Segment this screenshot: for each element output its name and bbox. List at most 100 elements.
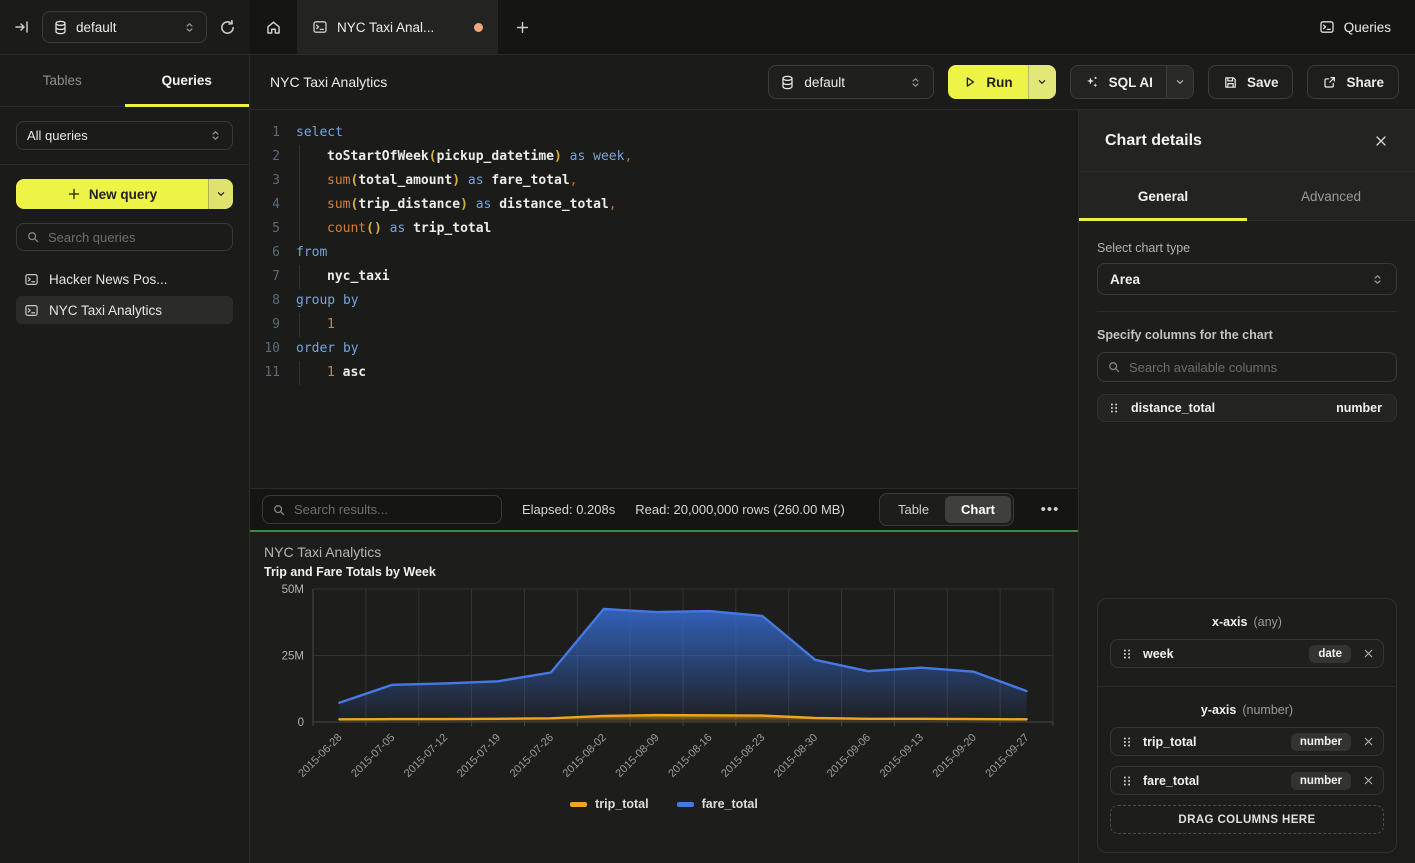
code-line: 91	[250, 313, 1078, 337]
panel-tab-general[interactable]: General	[1079, 172, 1247, 220]
new-query-main[interactable]: New query	[16, 179, 208, 209]
svg-text:2015-07-26: 2015-07-26	[508, 732, 556, 780]
code-line: 111 asc	[250, 361, 1078, 385]
column-name: fare_total	[1143, 774, 1282, 788]
tab-strip: NYC Taxi Anal...	[250, 0, 1295, 54]
new-tab-button[interactable]	[498, 0, 546, 54]
svg-text:2015-08-30: 2015-08-30	[772, 732, 820, 780]
chart-type-select[interactable]: Area	[1097, 263, 1397, 295]
view-toggle: TableChart	[879, 493, 1014, 526]
indent-guide	[299, 193, 327, 217]
new-query-dropdown[interactable]	[208, 179, 233, 209]
legend-swatch	[677, 802, 694, 807]
legend-item-fare_total[interactable]: fare_total	[677, 797, 758, 811]
topbar-database-select[interactable]: default	[42, 11, 207, 43]
drag-handle-icon[interactable]	[1107, 401, 1121, 415]
x-axis-title: x-axis	[1212, 615, 1247, 629]
search-icon	[1107, 360, 1121, 374]
collapse-sidebar-icon[interactable]	[14, 19, 30, 35]
columns-search-input[interactable]	[1129, 360, 1387, 375]
query-tab[interactable]: NYC Taxi Anal...	[298, 0, 498, 54]
svg-text:2015-09-06: 2015-09-06	[825, 732, 873, 780]
query-filter-value: All queries	[27, 128, 88, 143]
code-line: 6from	[250, 241, 1078, 265]
code-line: 3sum(total_amount) as fare_total,	[250, 169, 1078, 193]
code-text: nyc_taxi	[280, 265, 390, 289]
svg-text:2015-08-16: 2015-08-16	[666, 732, 714, 780]
chart-details-panel: Chart details GeneralAdvanced Select cha…	[1078, 110, 1415, 863]
save-button[interactable]: Save	[1208, 65, 1294, 99]
results-search-input[interactable]	[294, 502, 492, 517]
indent-guide	[299, 265, 327, 289]
svg-text:2015-06-28: 2015-06-28	[296, 732, 344, 780]
home-button[interactable]	[250, 0, 298, 54]
line-number: 6	[250, 241, 280, 265]
code-text: group by	[280, 289, 359, 313]
close-panel-button[interactable]	[1373, 133, 1389, 149]
sidebar-tab-tables[interactable]: Tables	[0, 55, 125, 106]
panel-tab-advanced[interactable]: Advanced	[1247, 172, 1415, 220]
y-axis-title: y-axis	[1201, 703, 1236, 717]
available-column-chip[interactable]: distance_totalnumber	[1097, 394, 1397, 422]
results-search	[262, 495, 502, 524]
close-icon	[1373, 133, 1389, 149]
drag-handle-icon[interactable]	[1120, 774, 1134, 788]
queries-button[interactable]: Queries	[1295, 0, 1415, 54]
sql-ai-button[interactable]: SQL AI	[1071, 66, 1166, 98]
axes-config: x-axis (any) weekdate y-axis (number)	[1097, 598, 1397, 853]
chevron-down-icon	[1036, 76, 1048, 88]
svg-text:50M: 50M	[282, 584, 304, 596]
chart-legend: trip_total fare_total	[264, 797, 1064, 811]
column-name: distance_total	[1131, 401, 1215, 415]
run-options-dropdown[interactable]	[1028, 65, 1056, 99]
run-button[interactable]: Run	[948, 65, 1027, 99]
saved-query-item[interactable]: Hacker News Pos...	[16, 265, 233, 293]
drop-zone[interactable]: DRAG COLUMNS HERE	[1110, 805, 1384, 834]
saved-query-label: NYC Taxi Analytics	[49, 303, 162, 318]
sidebar-search	[16, 223, 233, 251]
refresh-button[interactable]	[219, 19, 236, 36]
remove-column-icon[interactable]	[1362, 735, 1375, 748]
drag-handle-icon[interactable]	[1120, 735, 1134, 749]
remove-column-icon[interactable]	[1362, 774, 1375, 787]
toolbar-database-select[interactable]: default	[768, 65, 934, 99]
columns-label: Specify columns for the chart	[1097, 328, 1397, 342]
axis-column-chip[interactable]: fare_totalnumber	[1110, 766, 1384, 795]
area-chart[interactable]: 025M50M2015-06-282015-07-052015-07-12201…	[264, 579, 1064, 797]
rows-read: Read: 20,000,000 rows (260.00 MB)	[635, 502, 845, 517]
columns-search	[1097, 352, 1397, 382]
code-line: 5count() as trip_total	[250, 217, 1078, 241]
sidebar-tab-queries[interactable]: Queries	[125, 55, 250, 106]
code-text: toStartOfWeek(pickup_datetime) as week,	[280, 145, 632, 169]
plus-icon	[67, 187, 81, 201]
share-button[interactable]: Share	[1307, 65, 1399, 99]
view-toggle-table[interactable]: Table	[882, 496, 945, 523]
more-options-button[interactable]: •••	[1034, 501, 1066, 518]
axis-column-chip[interactable]: weekdate	[1110, 639, 1384, 668]
code-line: 7nyc_taxi	[250, 265, 1078, 289]
remove-column-icon[interactable]	[1362, 647, 1375, 660]
code-text: sum(total_amount) as fare_total,	[280, 169, 577, 193]
y-axis-section: y-axis (number) trip_totalnumberfare_tot…	[1098, 687, 1396, 852]
sidebar-search-input[interactable]	[48, 230, 223, 245]
sql-editor[interactable]: 1select2toStartOfWeek(pickup_datetime) a…	[250, 110, 1078, 488]
updown-chevron-icon	[1371, 273, 1384, 286]
saved-query-item[interactable]: NYC Taxi Analytics	[16, 296, 233, 324]
new-query-button[interactable]: New query	[16, 179, 233, 209]
code-text: 1 asc	[280, 361, 366, 385]
line-number: 9	[250, 313, 280, 337]
svg-text:2015-09-27: 2015-09-27	[983, 732, 1031, 780]
sql-ai-button-group: SQL AI	[1070, 65, 1194, 99]
axis-column-chip[interactable]: trip_totalnumber	[1110, 727, 1384, 756]
save-icon	[1223, 75, 1238, 90]
view-toggle-chart[interactable]: Chart	[945, 496, 1011, 523]
sql-ai-dropdown[interactable]	[1166, 66, 1193, 98]
sparkle-icon	[1084, 74, 1100, 90]
drag-handle-icon[interactable]	[1120, 647, 1134, 661]
top-bar-left: default	[0, 0, 250, 54]
toolbar-database-value: default	[804, 75, 900, 90]
svg-text:2015-08-23: 2015-08-23	[719, 732, 767, 780]
query-filter-select[interactable]: All queries	[16, 121, 233, 150]
line-number: 7	[250, 265, 280, 289]
legend-item-trip_total[interactable]: trip_total	[570, 797, 648, 811]
